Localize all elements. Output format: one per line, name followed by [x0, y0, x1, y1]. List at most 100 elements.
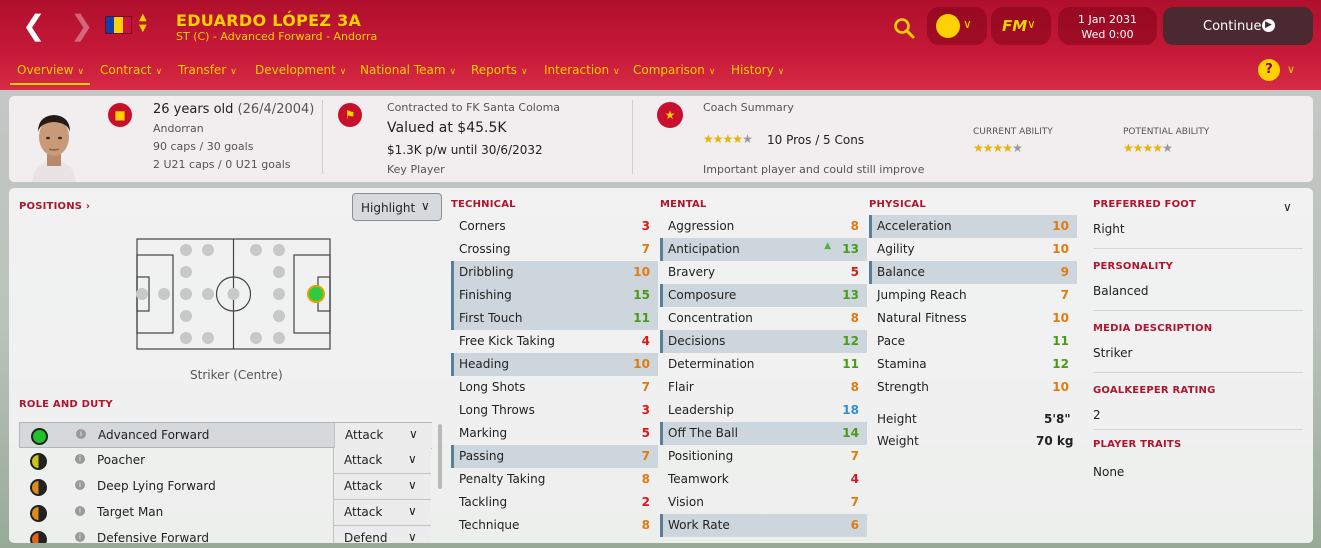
duty-dropdown[interactable]: Defend ∨ [333, 526, 431, 543]
attribute-row[interactable]: Free Kick Taking 4 [451, 330, 658, 353]
role-row[interactable]: i Defensive Forward Defend ∨ [19, 526, 432, 543]
role-row[interactable]: i Advanced Forward Attack ∨ [19, 422, 432, 449]
attribute-row[interactable]: Work Rate 6 [660, 514, 867, 537]
role-suitability-icon [30, 479, 47, 496]
attribute-row[interactable]: Passing 7 [451, 445, 658, 468]
duty-label: Defend [344, 531, 388, 543]
duty-dropdown[interactable]: Attack ∨ [333, 500, 431, 526]
attribute-row[interactable]: Dribbling 10 [451, 261, 658, 284]
role-row[interactable]: i Poacher Attack ∨ [19, 448, 432, 474]
positions-header[interactable]: POSITIONS › [19, 201, 90, 212]
club-badge-icon[interactable]: ⚑ [338, 103, 362, 127]
attribute-row[interactable]: Teamwork 4 [660, 468, 867, 491]
highlight-dropdown[interactable]: Highlight ∨ [352, 193, 442, 221]
attribute-row[interactable]: Concentration 8 [660, 307, 867, 330]
attribute-value: 10 [1052, 219, 1069, 233]
player-switch-icon[interactable]: ▲ ▼ [139, 12, 147, 34]
tab-history[interactable]: History ∨ [731, 63, 784, 77]
forward-arrow-icon[interactable]: ❯ [70, 12, 93, 40]
attribute-row[interactable]: Jumping Reach 7 [869, 284, 1077, 307]
attribute-row[interactable]: Natural Fitness 10 [869, 307, 1077, 330]
duty-dropdown[interactable]: Attack ∨ [334, 423, 432, 449]
attribute-value: 18 [842, 403, 859, 417]
tab-development[interactable]: Development ∨ [255, 63, 346, 77]
attribute-row[interactable]: Flair 8 [660, 376, 867, 399]
nation-badge-icon: ■ [108, 103, 132, 127]
info-icon[interactable]: i [75, 506, 85, 516]
attribute-row[interactable]: Aggression 8 [660, 215, 867, 238]
attribute-name: Determination [668, 357, 755, 371]
attribute-row[interactable]: Composure 13 [660, 284, 867, 307]
player-nationality: Andorran [153, 122, 204, 135]
attribute-row[interactable]: Pace 11 [869, 330, 1077, 353]
personality: Balanced [1093, 284, 1149, 298]
weight-label: Weight [877, 434, 919, 448]
coach-rating-stars: ★★★★★ [703, 132, 753, 146]
attribute-row[interactable]: Vision 7 [660, 491, 867, 514]
star-icon: ★ [1132, 141, 1144, 155]
attribute-row[interactable]: Decisions 12 [660, 330, 867, 353]
attribute-row[interactable]: Finishing 15 [451, 284, 658, 307]
attribute-name: Positioning [668, 449, 734, 463]
attribute-row[interactable]: Marking 5 [451, 422, 658, 445]
tab-interaction[interactable]: Interaction ∨ [544, 63, 620, 77]
attribute-row[interactable]: Tackling 2 [451, 491, 658, 514]
pros-cons[interactable]: 10 Pros / 5 Cons [767, 133, 864, 147]
duty-dropdown[interactable]: Attack ∨ [333, 474, 431, 500]
attribute-value: 10 [1052, 380, 1069, 394]
squad-status: Key Player [387, 163, 445, 176]
attribute-row[interactable]: Positioning 7 [660, 445, 867, 468]
info-icon[interactable]: i [75, 480, 85, 490]
attribute-row[interactable]: Heading 10 [451, 353, 658, 376]
attribute-row[interactable]: Balance 9 [869, 261, 1077, 284]
info-icon[interactable]: i [75, 532, 85, 542]
tab-contract[interactable]: Contract ∨ [100, 63, 162, 77]
tab-national-team[interactable]: National Team ∨ [360, 63, 456, 77]
attribute-row[interactable]: Strength 10 [869, 376, 1077, 399]
player-wage: $1.3K p/w until 30/6/2032 [387, 143, 543, 157]
help-icon[interactable]: ? [1258, 59, 1280, 81]
star-icon: ★ [712, 132, 724, 146]
chevron-down-icon[interactable]: ∨ [1283, 200, 1292, 214]
attribute-row[interactable]: Crossing 7 [451, 238, 658, 261]
attribute-name: Acceleration [877, 219, 952, 233]
tab-comparison[interactable]: Comparison ∨ [633, 63, 715, 77]
attribute-row[interactable]: Corners 3 [451, 215, 658, 238]
tab-overview[interactable]: Overview ∨ [17, 63, 84, 77]
globe-icon [936, 14, 960, 38]
attribute-row[interactable]: Acceleration 10 [869, 215, 1077, 238]
info-icon[interactable]: i [75, 454, 85, 464]
star-icon: ★ [982, 141, 994, 155]
attribute-row[interactable]: Stamina 12 [869, 353, 1077, 376]
attribute-row[interactable]: First Touch 11 [451, 307, 658, 330]
tab-reports[interactable]: Reports ∨ [471, 63, 528, 77]
attribute-name: Aggression [668, 219, 735, 233]
attribute-row[interactable]: Technique 8 [451, 514, 658, 537]
attribute-name: Crossing [459, 242, 511, 256]
attribute-name: Composure [668, 288, 737, 302]
attribute-row[interactable]: Long Throws 3 [451, 399, 658, 422]
attribute-value: 10 [1052, 311, 1069, 325]
attribute-value: 11 [633, 311, 650, 325]
attribute-row[interactable]: Bravery 5 [660, 261, 867, 284]
chevron-down-icon[interactable]: ∨ [1287, 63, 1295, 76]
attribute-value: 10 [633, 265, 650, 279]
attribute-row[interactable]: Agility 10 [869, 238, 1077, 261]
attribute-row[interactable]: Determination 11 [660, 353, 867, 376]
info-icon[interactable]: i [76, 429, 86, 439]
role-row[interactable]: i Deep Lying Forward Attack ∨ [19, 474, 432, 500]
tab-transfer[interactable]: Transfer ∨ [178, 63, 237, 77]
attribute-row[interactable]: Penalty Taking 8 [451, 468, 658, 491]
attribute-value: 7 [641, 449, 650, 463]
attribute-row[interactable]: Leadership 18 [660, 399, 867, 422]
attribute-row[interactable]: Anticipation ▲ 13 [660, 238, 867, 261]
search-icon[interactable] [892, 16, 916, 40]
role-row[interactable]: i Target Man Attack ∨ [19, 500, 432, 526]
back-arrow-icon[interactable]: ❮ [22, 12, 45, 40]
duty-dropdown[interactable]: Attack ∨ [333, 448, 431, 474]
attribute-row[interactable]: Off The Ball 14 [660, 422, 867, 445]
contract-club[interactable]: Contracted to FK Santa Coloma [387, 101, 560, 114]
roles-scrollbar[interactable] [438, 424, 442, 489]
continue-button[interactable]: Continue ▶ [1163, 7, 1313, 45]
attribute-row[interactable]: Long Shots 7 [451, 376, 658, 399]
